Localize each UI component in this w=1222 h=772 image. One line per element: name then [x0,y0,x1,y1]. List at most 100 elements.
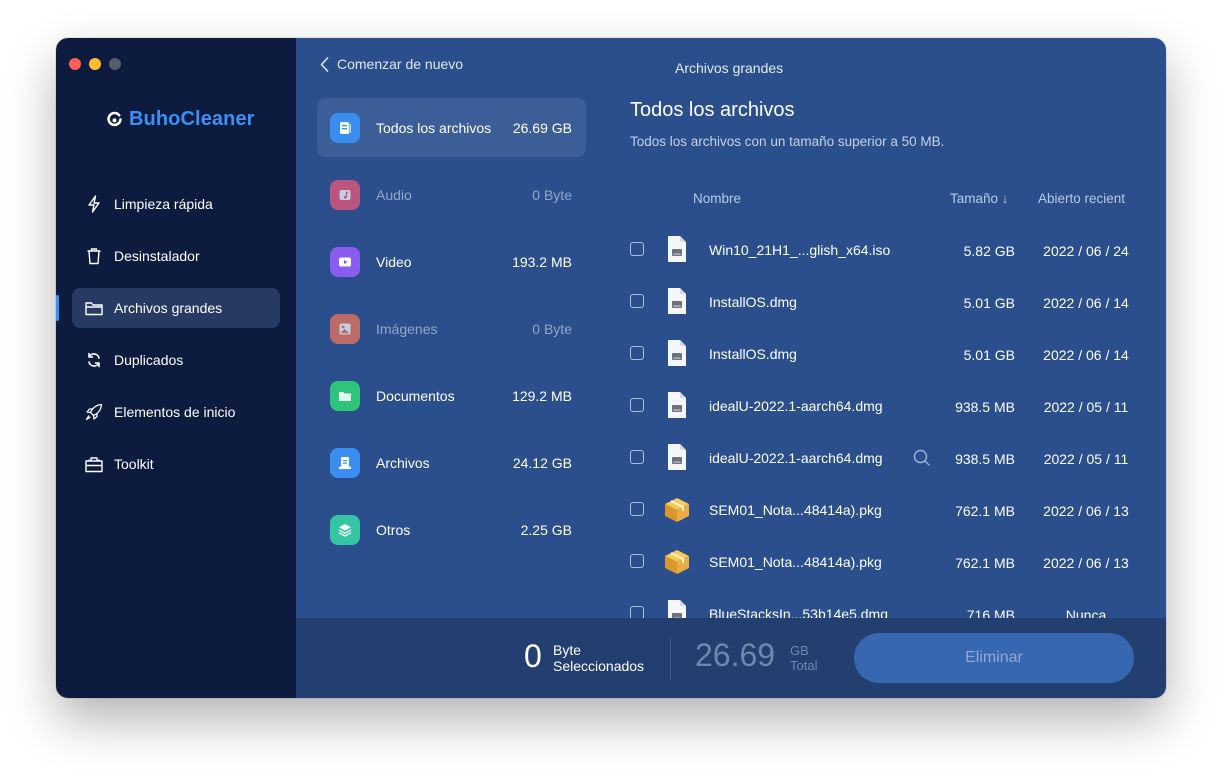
category-name: Video [376,253,412,270]
rocket-icon [84,402,104,422]
category-size: 26.69 GB [512,119,572,136]
file-checkbox[interactable] [630,554,644,568]
file-row[interactable]: idealU-2022.1-aarch64.dmg 938.5 MB 2022 … [630,380,1166,432]
file-checkbox[interactable] [630,502,644,516]
file-panel-header: Todos los archivos Todos los archivos co… [630,98,1166,206]
back-button[interactable]: Comenzar de nuevo [320,56,463,72]
file-row[interactable]: InstallOS.dmg 5.01 GB 2022 / 06 / 14 [630,328,1166,380]
category-audio[interactable]: Audio 0 Byte [317,165,586,224]
footer-divider [670,638,671,680]
file-checkbox[interactable] [630,398,644,412]
file-name: Win10_21H1_...glish_x64.iso [709,242,891,258]
image-icon [330,313,360,344]
file-opened-date: 2022 / 05 / 11 [1043,451,1129,467]
total-size-unit: GB Total [790,643,817,673]
sidebar-item-label: Desinstalador [114,248,200,264]
selected-size-value: 0 [524,638,542,674]
category-archivos[interactable]: Archivos 24.12 GB [317,433,586,492]
file-name: BlueStacksIn...53b14e5.dmg [709,606,889,618]
category-size: 0 Byte [532,186,572,203]
chevron-left-icon [320,56,329,72]
close-window-button[interactable] [69,58,81,70]
category-otros[interactable]: Otros 2.25 GB [317,500,586,559]
sidebar-item-archivos-grandes[interactable]: Archivos grandes [56,288,280,328]
file-opened-date: 2022 / 06 / 24 [1043,243,1129,259]
sidebar-item-duplicados[interactable]: Duplicados [72,340,280,380]
disk-image-icon [668,340,686,366]
column-header-size[interactable]: Tamaño ↓ [950,191,1009,206]
buho-logo-icon [107,111,122,127]
sync-icon [84,350,104,370]
zoom-window-button[interactable] [109,58,121,70]
file-opened-date: 2022 / 06 / 14 [1043,347,1129,363]
category-todos-los-archivos[interactable]: Todos los archivos 26.69 GB [317,98,586,157]
category-video[interactable]: Video 193.2 MB [317,232,586,291]
file-checkbox[interactable] [630,294,644,308]
search-icon[interactable] [913,449,931,467]
file-opened-date: 2022 / 06 / 14 [1043,295,1129,311]
sidebar-item-label: Toolkit [114,456,154,472]
sidebar-item-desinstalador[interactable]: Desinstalador [72,236,280,276]
file-size: 5.01 GB [963,347,1015,363]
page-title: Todos los archivos [630,99,795,121]
file-size: 762.1 MB [955,503,1015,519]
package-icon [665,550,689,574]
page-subtitle: Todos los archivos con un tamaño superio… [630,134,945,149]
layers-icon [330,514,360,545]
file-row[interactable]: SEM01_Nota...48414a).pkg 762.1 MB 2022 /… [630,484,1166,536]
file-row[interactable]: SEM01_Nota...48414a).pkg 762.1 MB 2022 /… [630,536,1166,588]
category-name: Otros [376,521,411,538]
file-opened-date: Nunca [1065,607,1107,618]
sidebar-item-limpieza-rapida[interactable]: Limpieza rápida [72,184,280,224]
category-size: 193.2 MB [512,253,572,270]
file-row[interactable]: Win10_21H1_...glish_x64.iso 5.82 GB 2022… [630,224,1166,276]
file-size: 938.5 MB [955,399,1015,415]
file-row[interactable]: BlueStacksIn...53b14e5.dmg 716 MB Nunca [630,588,1166,618]
category-name: Todos los archivos [376,119,492,136]
file-name: InstallOS.dmg [709,294,797,310]
sidebar-item-label: Duplicados [114,352,184,368]
all-files-icon [330,112,360,143]
category-size: 0 Byte [532,320,572,337]
disk-image-icon [668,444,686,470]
sidebar-nav: Limpieza rápida Desinstalador Archivos g… [56,184,280,496]
category-documentos[interactable]: Documentos 129.2 MB [317,366,586,425]
file-size: 716 MB [966,607,1015,618]
file-row[interactable]: InstallOS.dmg 5.01 GB 2022 / 06 / 14 [630,276,1166,328]
category-name: Documentos [376,387,455,404]
column-header-name[interactable]: Nombre [693,191,741,206]
sidebar: BuhoCleaner Limpieza rápida Desinstalado… [56,38,296,698]
sidebar-item-label: Archivos grandes [114,300,223,316]
total-size-value: 26.69 [695,637,776,673]
category-name: Audio [376,186,412,203]
app-window: BuhoCleaner Limpieza rápida Desinstalado… [56,38,1166,698]
file-size: 5.82 GB [963,243,1015,259]
audio-icon [330,179,360,210]
category-list: Todos los archivos 26.69 GB Audio 0 Byte… [317,98,586,567]
file-row[interactable]: idealU-2022.1-aarch64.dmg 938.5 MB 2022 … [630,432,1166,484]
file-name: InstallOS.dmg [709,346,797,362]
file-checkbox[interactable] [630,346,644,360]
back-label: Comenzar de nuevo [337,56,464,72]
file-name: idealU-2022.1-aarch64.dmg [709,450,883,466]
file-checkbox[interactable] [630,606,644,618]
app-name: BuhoCleaner [129,108,255,130]
sidebar-item-label: Limpieza rápida [114,196,213,212]
category-imagenes[interactable]: Imágenes 0 Byte [317,299,586,358]
file-checkbox[interactable] [630,450,644,464]
total-label: Total [790,658,818,673]
sidebar-item-elementos-de-inicio[interactable]: Elementos de inicio [72,392,280,432]
main-panel: Comenzar de nuevo Archivos grandes Todos… [296,38,1166,698]
column-header-opened[interactable]: Abierto recient [1038,191,1125,206]
sidebar-item-toolkit[interactable]: Toolkit [72,444,280,484]
file-size: 938.5 MB [955,451,1015,467]
file-checkbox[interactable] [630,242,644,256]
delete-button[interactable]: Eliminar [854,633,1134,683]
file-name: idealU-2022.1-aarch64.dmg [709,398,883,414]
window-title: Archivos grandes [675,60,784,76]
file-name: SEM01_Nota...48414a).pkg [709,502,882,518]
file-size: 5.01 GB [963,295,1015,311]
minimize-window-button[interactable] [89,58,101,70]
disk-image-icon [668,288,686,314]
selected-unit: Byte [553,642,582,658]
